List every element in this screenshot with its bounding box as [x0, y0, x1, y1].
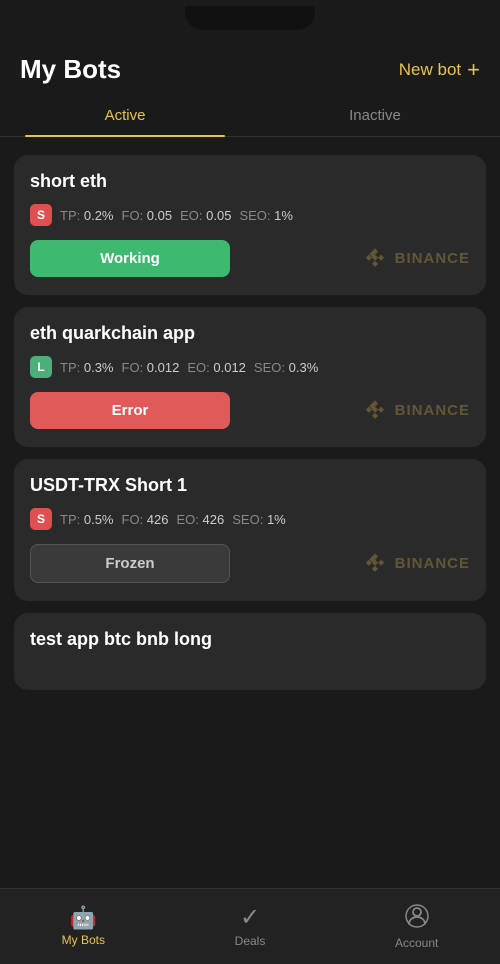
- status-button-2[interactable]: Error: [30, 392, 230, 429]
- nav-account[interactable]: Account: [333, 896, 500, 958]
- bot-name-4: test app btc bnb long: [30, 629, 470, 650]
- bot-params-1: S TP: 0.2% FO: 0.05 EO: 0.05 SEO: 1%: [30, 204, 470, 226]
- strategy-badge-2: L: [30, 356, 52, 378]
- deals-icon: ✓: [240, 906, 260, 930]
- nav-deals[interactable]: ✓ Deals: [167, 898, 334, 956]
- nav-account-label: Account: [395, 936, 438, 950]
- param-seo-label-3: SEO: 1%: [232, 512, 286, 527]
- param-eo-label-3: EO: 426: [177, 512, 225, 527]
- bot-params-3: S TP: 0.5% FO: 426 EO: 426 SEO: 1%: [30, 508, 470, 530]
- notch: [185, 6, 315, 30]
- nav-mybots-label: My Bots: [62, 933, 105, 947]
- strategy-badge-3: S: [30, 508, 52, 530]
- bot-footer-3: Frozen BINANCE: [30, 544, 470, 583]
- tabs-container: Active Inactive: [0, 95, 500, 137]
- bottom-nav: 🤖 My Bots ✓ Deals Account: [0, 888, 500, 964]
- exchange-logo-1: BINANCE: [361, 245, 470, 273]
- status-button-3[interactable]: Frozen: [30, 544, 230, 583]
- param-eo-label-1: EO: 0.05: [180, 208, 231, 223]
- plus-icon: +: [467, 57, 480, 83]
- param-seo-label-1: SEO: 1%: [239, 208, 293, 223]
- status-button-1[interactable]: Working: [30, 240, 230, 277]
- bot-card-2[interactable]: eth quarkchain app L TP: 0.3% FO: 0.012 …: [14, 307, 486, 447]
- exchange-name-3: BINANCE: [395, 555, 470, 572]
- bot-footer-2: Error BINANCE: [30, 392, 470, 429]
- account-icon: [405, 904, 429, 932]
- param-fo-label-2: FO: 0.012: [122, 360, 180, 375]
- param-fo-label-1: FO: 0.05: [122, 208, 173, 223]
- tab-active[interactable]: Active: [0, 95, 250, 136]
- bot-name-3: USDT-TRX Short 1: [30, 475, 470, 496]
- exchange-name-2: BINANCE: [395, 402, 470, 419]
- param-eo-label-2: EO: 0.012: [187, 360, 246, 375]
- bot-name-1: short eth: [30, 171, 470, 192]
- nav-mybots[interactable]: 🤖 My Bots: [0, 899, 167, 955]
- bot-card-4[interactable]: test app btc bnb long: [14, 613, 486, 690]
- new-bot-button[interactable]: New bot +: [399, 57, 480, 83]
- header: My Bots New bot +: [0, 40, 500, 95]
- binance-icon-3: [361, 550, 389, 578]
- binance-icon-1: [361, 245, 389, 273]
- nav-deals-label: Deals: [235, 934, 266, 948]
- exchange-name-1: BINANCE: [395, 250, 470, 267]
- notch-area: [0, 0, 500, 40]
- exchange-logo-3: BINANCE: [361, 550, 470, 578]
- bot-params-2: L TP: 0.3% FO: 0.012 EO: 0.012 SEO: 0.3%: [30, 356, 470, 378]
- bot-footer-1: Working BINANCE: [30, 240, 470, 277]
- bot-card-3[interactable]: USDT-TRX Short 1 S TP: 0.5% FO: 426 EO: …: [14, 459, 486, 601]
- param-tp-label-3: TP: 0.5%: [60, 512, 114, 527]
- exchange-logo-2: BINANCE: [361, 397, 470, 425]
- binance-icon-2: [361, 397, 389, 425]
- param-tp-label-2: TP: 0.3%: [60, 360, 114, 375]
- cards-area: short eth S TP: 0.2% FO: 0.05 EO: 0.05 S…: [0, 147, 500, 698]
- strategy-badge-1: S: [30, 204, 52, 226]
- param-fo-label-3: FO: 426: [122, 512, 169, 527]
- tab-inactive[interactable]: Inactive: [250, 95, 500, 136]
- param-tp-label-1: TP: 0.2%: [60, 208, 114, 223]
- bot-card-1[interactable]: short eth S TP: 0.2% FO: 0.05 EO: 0.05 S…: [14, 155, 486, 295]
- bot-name-2: eth quarkchain app: [30, 323, 470, 344]
- new-bot-label: New bot: [399, 60, 461, 80]
- mybots-icon: 🤖: [70, 907, 97, 929]
- page-title: My Bots: [20, 54, 121, 85]
- param-seo-label-2: SEO: 0.3%: [254, 360, 318, 375]
